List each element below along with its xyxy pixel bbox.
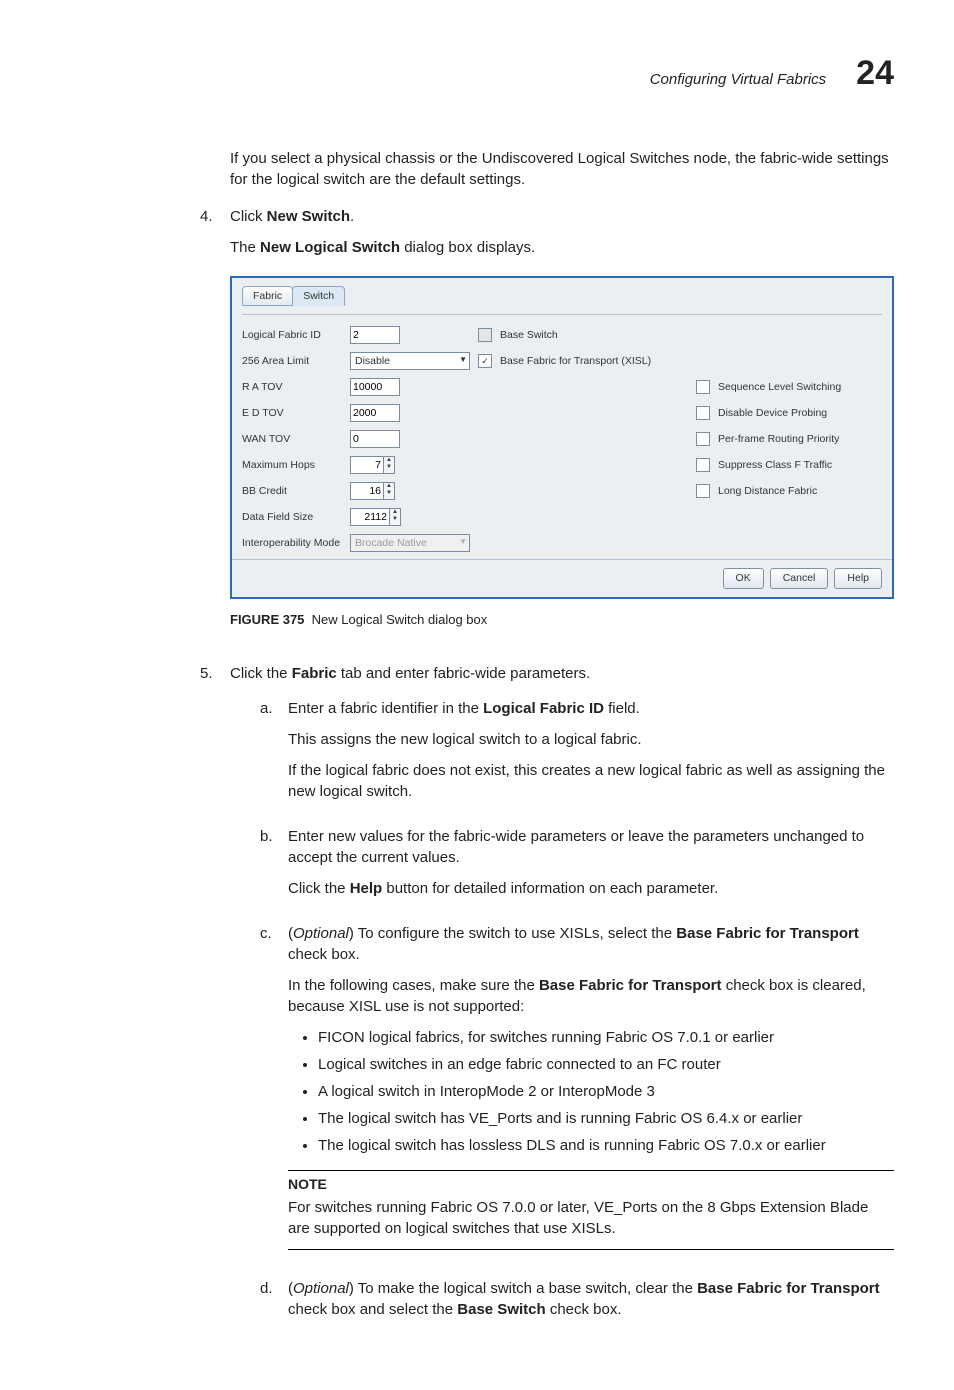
base-fabric-transport-checkbox[interactable]: Base Fabric for Transport (XISL) xyxy=(478,351,688,371)
note-rule-top xyxy=(288,1170,894,1171)
label-ed-tov: E D TOV xyxy=(242,403,342,423)
label-logical-fabric-id: Logical Fabric ID xyxy=(242,325,342,345)
list-item: FICON logical fabrics, for switches runn… xyxy=(318,1027,894,1048)
label-wan-tov: WAN TOV xyxy=(242,429,342,449)
tab-switch[interactable]: Switch xyxy=(292,286,345,307)
list-item: A logical switch in InteropMode 2 or Int… xyxy=(318,1081,894,1102)
figure-caption: FIGURE 375 New Logical Switch dialog box xyxy=(230,611,894,629)
logical-fabric-id-input[interactable] xyxy=(350,326,400,344)
dialog-tabbar: Fabric Switch xyxy=(242,286,882,307)
dialog-button-bar: OK Cancel Help xyxy=(232,559,892,597)
page-header: Configuring Virtual Fabrics 24 xyxy=(100,50,894,98)
per-frame-checkbox[interactable]: Per-frame Routing Priority xyxy=(696,429,882,449)
label-ra-tov: R A TOV xyxy=(242,377,342,397)
interop-select: Brocade Native xyxy=(350,534,470,552)
suppress-class-f-checkbox[interactable]: Suppress Class F Traffic xyxy=(696,455,882,475)
ra-tov-input[interactable] xyxy=(350,378,400,396)
base-switch-checkbox[interactable]: Base Switch xyxy=(478,325,688,345)
long-distance-checkbox[interactable]: Long Distance Fabric xyxy=(696,481,882,501)
note-rule-bottom xyxy=(288,1249,894,1250)
substep-a: a. Enter a fabric identifier in the Logi… xyxy=(260,698,894,812)
help-button[interactable]: Help xyxy=(834,568,882,589)
chapter-number: 24 xyxy=(856,50,894,98)
step-4-result: The New Logical Switch dialog box displa… xyxy=(230,237,894,258)
list-item: The logical switch has VE_Ports and is r… xyxy=(318,1108,894,1129)
step-number: 5. xyxy=(200,663,230,1330)
data-field-stepper[interactable]: ▲▼ xyxy=(350,508,401,526)
xisl-exceptions-list: FICON logical fabrics, for switches runn… xyxy=(288,1027,894,1156)
new-logical-switch-dialog: Fabric Switch Logical Fabric ID 256 Area… xyxy=(230,276,894,599)
substep-d: d. (Optional) To make the logical switch… xyxy=(260,1278,894,1330)
note-heading: NOTE xyxy=(288,1175,894,1195)
ok-button[interactable]: OK xyxy=(723,568,764,589)
label-bb-credit: BB Credit xyxy=(242,481,342,501)
wan-tov-input[interactable] xyxy=(350,430,400,448)
note-body: For switches running Fabric OS 7.0.0 or … xyxy=(288,1197,894,1239)
header-title: Configuring Virtual Fabrics xyxy=(650,69,826,90)
step-4: 4. Click New Switch. The New Logical Swi… xyxy=(200,206,894,648)
bb-credit-stepper[interactable]: ▲▼ xyxy=(350,482,395,500)
ed-tov-input[interactable] xyxy=(350,404,400,422)
step-4-text: Click New Switch. xyxy=(230,206,894,227)
step-5-text: Click the Fabric tab and enter fabric-wi… xyxy=(230,663,894,684)
disable-probing-checkbox[interactable]: Disable Device Probing xyxy=(696,403,882,423)
substep-b: b. Enter new values for the fabric-wide … xyxy=(260,826,894,909)
sequence-level-checkbox[interactable]: Sequence Level Switching xyxy=(696,377,882,397)
label-max-hops: Maximum Hops xyxy=(242,455,342,475)
label-interop: Interoperability Mode xyxy=(242,533,342,553)
label-data-field: Data Field Size xyxy=(242,507,342,527)
list-item: The logical switch has lossless DLS and … xyxy=(318,1135,894,1156)
max-hops-stepper[interactable]: ▲▼ xyxy=(350,456,395,474)
area-limit-select[interactable]: Disable xyxy=(350,352,470,370)
substep-c: c. (Optional) To configure the switch to… xyxy=(260,923,894,1264)
cancel-button[interactable]: Cancel xyxy=(770,568,829,589)
label-256-area: 256 Area Limit xyxy=(242,351,342,371)
step-5: 5. Click the Fabric tab and enter fabric… xyxy=(200,663,894,1330)
list-item: Logical switches in an edge fabric conne… xyxy=(318,1054,894,1075)
step-number: 4. xyxy=(200,206,230,648)
intro-paragraph: If you select a physical chassis or the … xyxy=(230,148,894,190)
tab-fabric[interactable]: Fabric xyxy=(242,286,293,307)
